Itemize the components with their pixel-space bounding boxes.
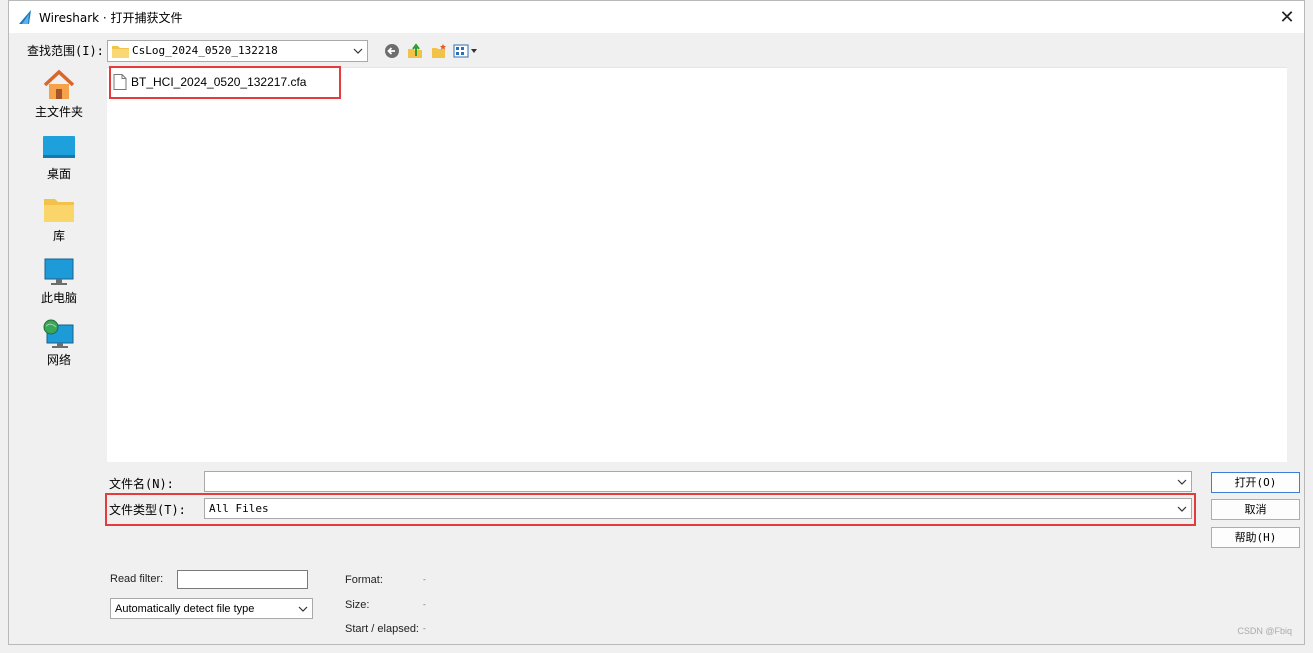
file-list[interactable]: BT_HCI_2024_0520_132217.cfa bbox=[107, 67, 1287, 462]
title-bar: Wireshark · 打开捕获文件 ✕ bbox=[9, 1, 1304, 33]
place-library[interactable]: 库 bbox=[14, 195, 104, 244]
place-label: 桌面 bbox=[46, 167, 71, 181]
file-type-detect-select[interactable]: Automatically detect file type bbox=[110, 598, 313, 619]
watermark: CSDN @Fbiq bbox=[1237, 626, 1292, 636]
up-folder-icon[interactable] bbox=[406, 43, 424, 59]
place-label: 此电脑 bbox=[40, 291, 77, 305]
window-title: Wireshark · 打开捕获文件 bbox=[39, 11, 183, 25]
chevron-down-icon bbox=[351, 41, 365, 61]
highlight-box-file bbox=[109, 66, 341, 99]
home-icon bbox=[43, 69, 75, 99]
format-value: - bbox=[423, 575, 426, 584]
folder-icon bbox=[112, 46, 129, 58]
place-network[interactable]: 网络 bbox=[14, 319, 104, 368]
look-in-value: CsLog_2024_0520_132218 bbox=[132, 44, 278, 57]
place-label: 网络 bbox=[46, 353, 71, 367]
filename-label: 文件名(N): bbox=[109, 477, 174, 491]
place-label: 库 bbox=[52, 229, 65, 243]
look-in-combo[interactable]: CsLog_2024_0520_132218 bbox=[107, 40, 368, 62]
wireshark-fin-icon bbox=[19, 10, 31, 24]
cancel-button[interactable]: 取消 bbox=[1211, 499, 1300, 520]
back-icon[interactable] bbox=[383, 43, 401, 59]
filename-input[interactable] bbox=[204, 471, 1192, 492]
place-this-pc[interactable]: 此电脑 bbox=[14, 257, 104, 306]
close-icon: ✕ bbox=[1279, 6, 1295, 28]
close-button[interactable]: ✕ bbox=[1270, 1, 1304, 33]
look-in-label: 查找范围(I): bbox=[27, 44, 104, 58]
highlight-box-filetype bbox=[105, 493, 1196, 526]
chevron-down-icon bbox=[296, 599, 310, 618]
read-filter-input[interactable] bbox=[177, 570, 308, 589]
read-filter-label: Read filter: bbox=[110, 573, 164, 585]
computer-icon bbox=[44, 258, 74, 285]
network-icon bbox=[43, 319, 74, 348]
place-label: 主文件夹 bbox=[34, 105, 83, 119]
chevron-down-icon[interactable] bbox=[1175, 472, 1189, 491]
help-button[interactable]: 帮助(H) bbox=[1211, 527, 1300, 548]
open-capture-dialog: Wireshark · 打开捕获文件 ✕ 查找范围(I): CsLog_2024… bbox=[8, 0, 1305, 645]
start-elapsed-value: - bbox=[423, 624, 426, 633]
view-menu-icon[interactable] bbox=[453, 43, 479, 59]
desktop-icon bbox=[43, 136, 75, 158]
size-value: - bbox=[423, 600, 426, 609]
size-label: Size: bbox=[345, 599, 370, 611]
places-bar: 主文件夹 桌面 库 此电脑 网络 bbox=[14, 65, 104, 562]
place-home[interactable]: 主文件夹 bbox=[14, 69, 104, 120]
new-folder-icon[interactable] bbox=[430, 43, 448, 59]
file-type-detect-value: Automatically detect file type bbox=[115, 603, 255, 615]
open-button[interactable]: 打开(O) bbox=[1211, 472, 1300, 493]
format-label: Format: bbox=[345, 574, 383, 586]
start-elapsed-label: Start / elapsed: bbox=[345, 623, 419, 635]
library-folder-icon bbox=[44, 199, 74, 222]
place-desktop[interactable]: 桌面 bbox=[14, 133, 104, 182]
